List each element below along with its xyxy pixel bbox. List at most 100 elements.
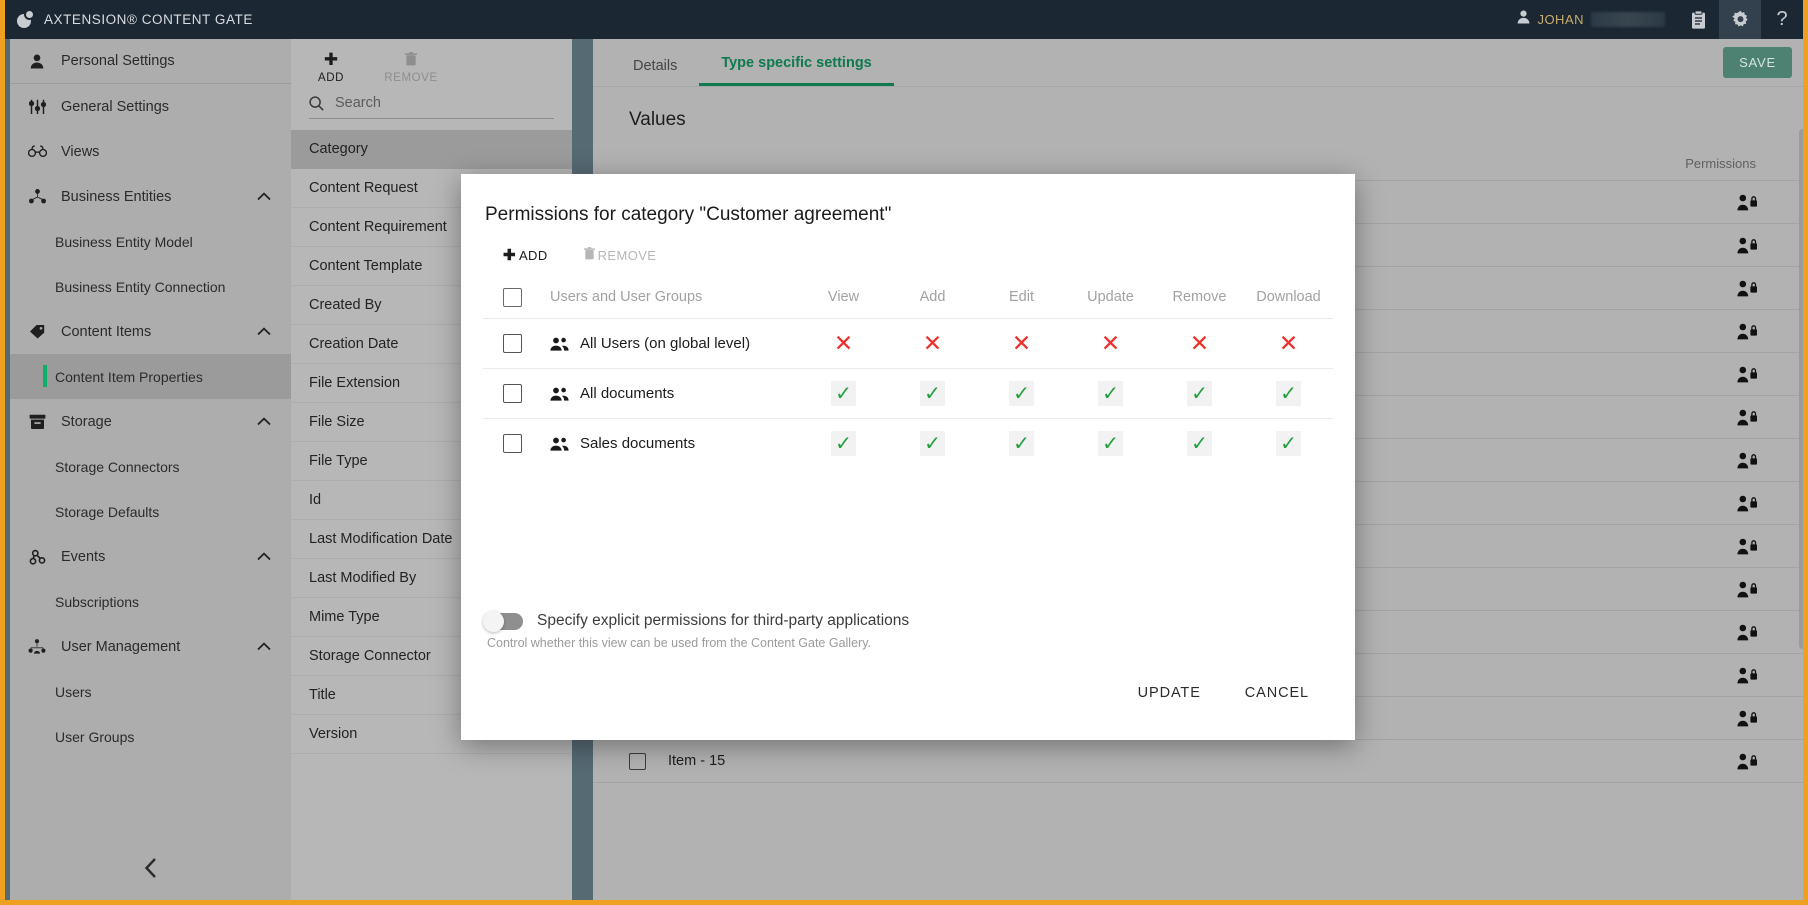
permissions-row[interactable]: Sales documents ✓ ✓ ✓ ✓ ✓ ✓ [483, 418, 1333, 468]
gear-icon[interactable] [1719, 0, 1761, 39]
sidebar-item-label: Users [55, 684, 92, 700]
perm-view[interactable]: ✓ [799, 431, 888, 456]
perm-update[interactable]: ✓ [1066, 381, 1155, 406]
sidebar-item-content-item-properties[interactable]: Content Item Properties [10, 354, 291, 399]
sidebar-item-business-entities[interactable]: Business Entities [10, 174, 291, 219]
search-box[interactable] [309, 95, 554, 119]
person-lock-icon[interactable] [1737, 495, 1758, 512]
perm-download[interactable]: ✓ [1244, 381, 1333, 406]
select-all-checkbox[interactable] [503, 288, 522, 307]
perm-view[interactable]: ✕ [799, 332, 888, 355]
sidebar-item-label: Business Entity Model [55, 234, 193, 250]
chevron-up-icon[interactable] [257, 189, 271, 205]
sidebar-item-user-groups[interactable]: User Groups [10, 714, 291, 759]
remove-property-button[interactable]: REMOVE [389, 49, 433, 84]
sidebar-item-users[interactable]: Users [10, 669, 291, 714]
chevron-up-icon[interactable] [257, 549, 271, 565]
sidebar-item-content-items[interactable]: Content Items [10, 309, 291, 354]
help-label: ? [1776, 8, 1787, 31]
sidebar-collapse-button[interactable] [10, 840, 291, 900]
person-lock-icon[interactable] [1737, 280, 1758, 297]
perm-remove[interactable]: ✕ [1155, 332, 1244, 355]
person-lock-icon[interactable] [1737, 323, 1758, 340]
sidebar-item-personal-settings[interactable]: Personal Settings [10, 39, 291, 84]
row-checkbox[interactable] [629, 753, 646, 770]
tab-type-specific-settings[interactable]: Type specific settings [699, 55, 893, 86]
perm-update[interactable]: ✕ [1066, 332, 1155, 355]
perm-add[interactable]: ✓ [888, 381, 977, 406]
list-item[interactable]: Category [291, 130, 572, 169]
circles-logo-icon [17, 11, 35, 29]
list-item-label: Creation Date [309, 336, 398, 352]
question-mark-icon[interactable]: ? [1761, 0, 1803, 39]
add-property-button[interactable]: ✚ ADD [309, 49, 353, 84]
person-lock-icon[interactable] [1737, 667, 1758, 684]
dialog-remove-button[interactable]: REMOVE [584, 246, 657, 264]
sidebar-item-storage-defaults[interactable]: Storage Defaults [10, 489, 291, 534]
third-party-permissions-toggle[interactable] [485, 613, 523, 630]
sidebar-item-storage[interactable]: Storage [10, 399, 291, 444]
perm-remove[interactable]: ✓ [1155, 381, 1244, 406]
sidebar-item-user-management[interactable]: User Management [10, 624, 291, 669]
perm-add[interactable]: ✓ [888, 431, 977, 456]
sidebar-item-business-entity-connection[interactable]: Business Entity Connection [10, 264, 291, 309]
permissions-dialog: Permissions for category "Customer agree… [461, 174, 1355, 740]
sidebar-item-views[interactable]: Views [10, 129, 291, 174]
chevron-up-icon[interactable] [257, 639, 271, 655]
perm-view[interactable]: ✓ [799, 381, 888, 406]
sidebar-item-business-entity-model[interactable]: Business Entity Model [10, 219, 291, 264]
perm-add[interactable]: ✕ [888, 332, 977, 355]
add-label: ADD [519, 248, 548, 263]
perm-download[interactable]: ✕ [1244, 332, 1333, 355]
save-button[interactable]: SAVE [1723, 47, 1792, 78]
tab-details[interactable]: Details [611, 58, 699, 86]
row-checkbox[interactable] [503, 334, 522, 353]
scrollbar-thumb[interactable] [1799, 129, 1806, 649]
clipboard-icon[interactable] [1677, 0, 1719, 39]
person-lock-icon[interactable] [1737, 409, 1758, 426]
perm-edit[interactable]: ✓ [977, 381, 1066, 406]
person-lock-icon[interactable] [1737, 237, 1758, 254]
cancel-button[interactable]: CANCEL [1231, 676, 1323, 710]
person-lock-icon[interactable] [1737, 194, 1758, 211]
person-lock-icon[interactable] [1737, 753, 1758, 770]
perm-download[interactable]: ✓ [1244, 431, 1333, 456]
list-item-label: Content Request [309, 180, 418, 196]
group-icon [550, 437, 569, 451]
chevron-up-icon[interactable] [257, 324, 271, 340]
chevron-up-icon[interactable] [257, 414, 271, 430]
sliders-icon [27, 99, 47, 115]
row-checkbox[interactable] [503, 434, 522, 453]
list-item-label: Id [309, 492, 321, 508]
check-icon: ✓ [1187, 431, 1212, 456]
list-item-label: File Size [309, 414, 365, 430]
dialog-add-button[interactable]: ✚ ADD [503, 246, 548, 264]
person-lock-icon[interactable] [1737, 710, 1758, 727]
sidebar-item-events[interactable]: Events [10, 534, 291, 579]
person-icon [1517, 10, 1530, 29]
section-title: Values [593, 87, 1808, 147]
person-lock-icon[interactable] [1737, 366, 1758, 383]
person-lock-icon[interactable] [1737, 452, 1758, 469]
main-scrollbar[interactable] [1799, 99, 1806, 894]
column-remove: Remove [1155, 289, 1244, 305]
person-lock-icon[interactable] [1737, 581, 1758, 598]
permissions-row[interactable]: All documents ✓ ✓ ✓ ✓ ✓ ✓ [483, 368, 1333, 418]
table-row[interactable]: Item - 15 [593, 740, 1808, 783]
permissions-row[interactable]: All Users (on global level) ✕ ✕ ✕ ✕ ✕ ✕ [483, 318, 1333, 368]
update-button[interactable]: UPDATE [1124, 676, 1215, 710]
sidebar-item-subscriptions[interactable]: Subscriptions [10, 579, 291, 624]
perm-update[interactable]: ✓ [1066, 431, 1155, 456]
person-lock-icon[interactable] [1737, 624, 1758, 641]
list-item-label: Title [309, 687, 336, 703]
sidebar-item-general-settings[interactable]: General Settings [10, 84, 291, 129]
perm-edit[interactable]: ✕ [977, 332, 1066, 355]
user-menu[interactable]: JOHAN [1505, 0, 1677, 39]
row-checkbox[interactable] [503, 384, 522, 403]
sidebar-item-storage-connectors[interactable]: Storage Connectors [10, 444, 291, 489]
person-lock-icon[interactable] [1737, 538, 1758, 555]
search-input[interactable] [335, 95, 554, 111]
perm-remove[interactable]: ✓ [1155, 431, 1244, 456]
permissions-table: Users and User Groups View Add Edit Upda… [483, 276, 1333, 468]
perm-edit[interactable]: ✓ [977, 431, 1066, 456]
